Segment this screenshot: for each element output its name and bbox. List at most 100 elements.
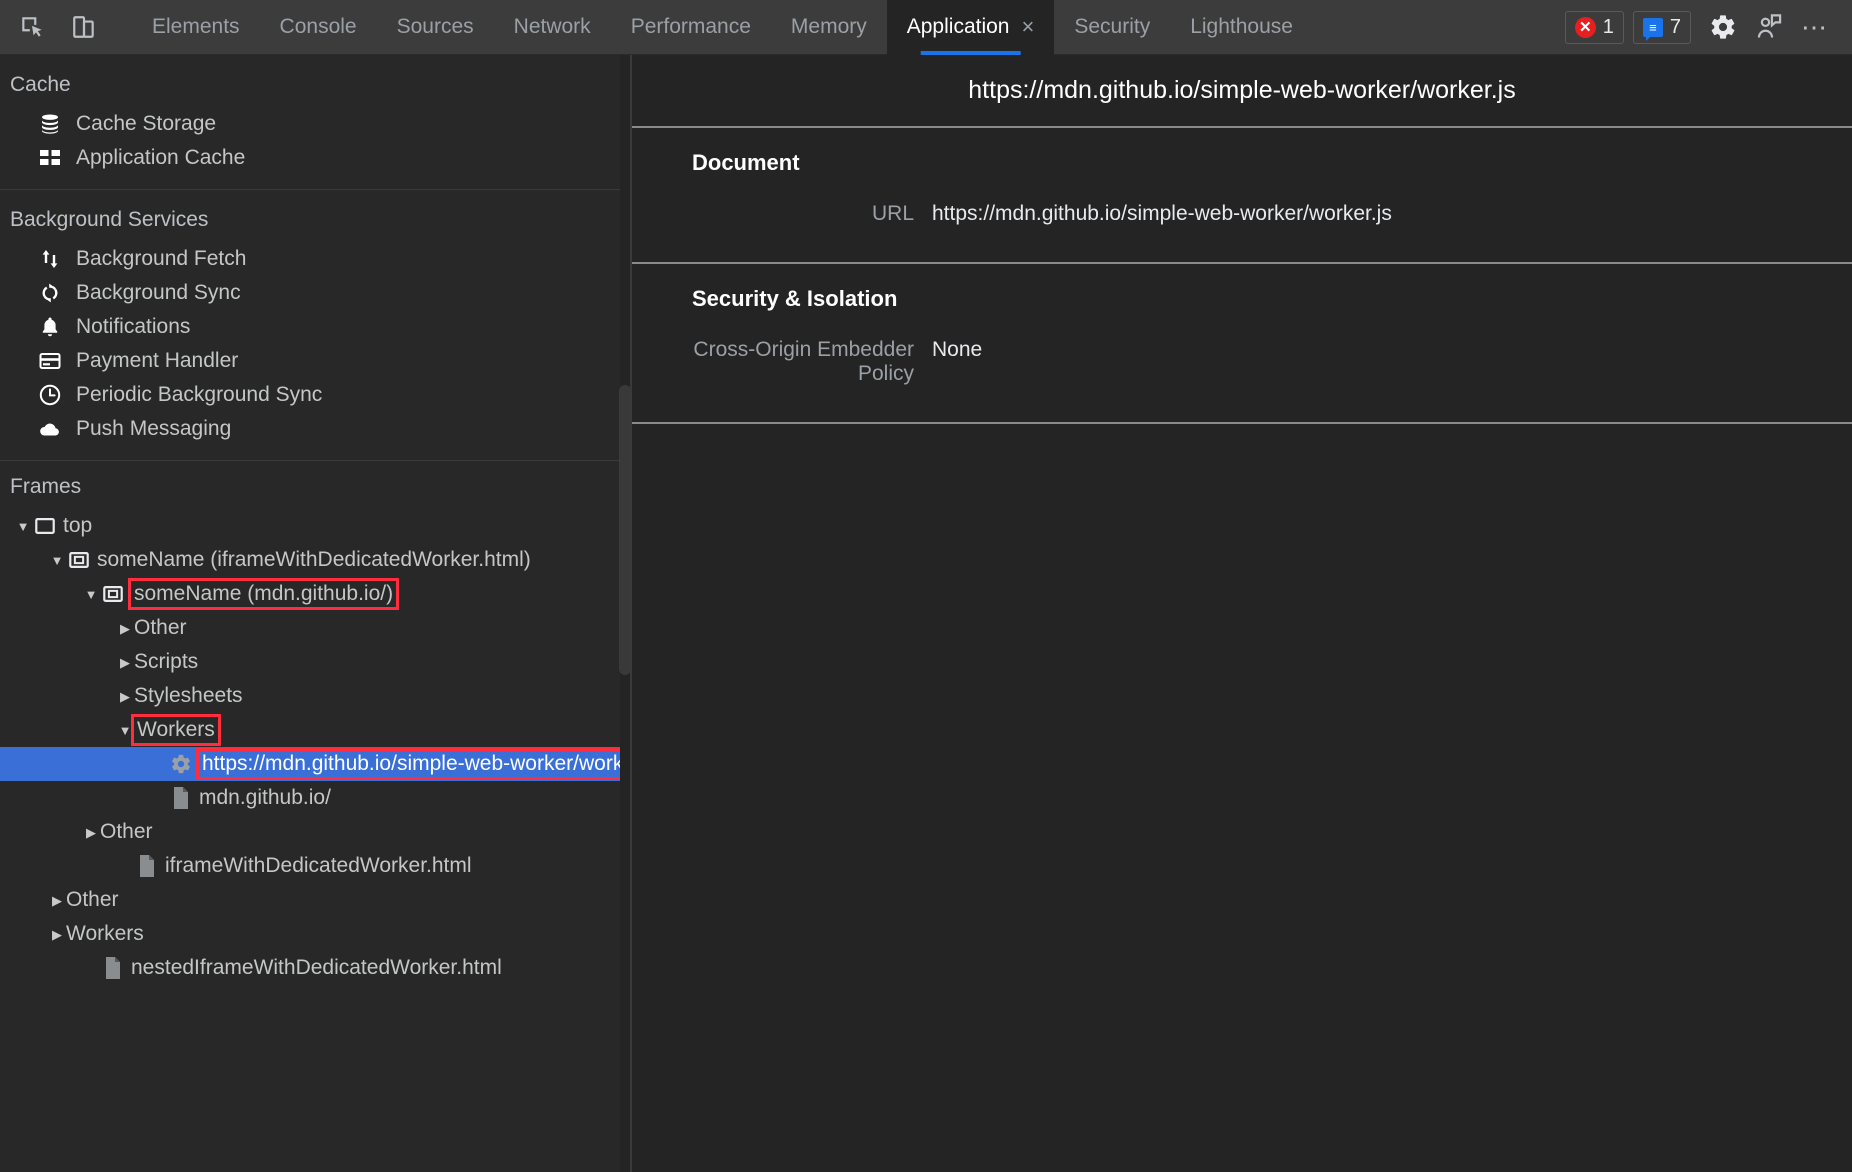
tab-label: Performance — [631, 15, 751, 39]
detail-value: None — [932, 338, 982, 362]
more-options-icon[interactable]: ⋯ — [1792, 0, 1838, 55]
section-title: Cache — [0, 65, 620, 107]
frames-tree-row[interactable]: ▶Workers — [0, 917, 620, 951]
sidebar-item-application-cache[interactable]: Application Cache — [0, 141, 620, 175]
frames-tree-row-label: Other — [134, 616, 187, 640]
tab-sources[interactable]: Sources — [377, 0, 494, 55]
frames-tree-row[interactable]: ▼someName (iframeWithDedicatedWorker.htm… — [0, 543, 620, 577]
sync-arrows-icon — [38, 281, 68, 305]
frames-tree-row-label: Scripts — [134, 650, 198, 674]
sidebar-item-label: Background Sync — [76, 281, 241, 305]
frames-tree[interactable]: ▼top▼someName (iframeWithDedicatedWorker… — [0, 509, 620, 985]
frames-tree-row[interactable]: ▶Other — [0, 883, 620, 917]
sidebar-item-payment-handler[interactable]: Payment Handler — [0, 344, 620, 378]
frames-tree-row[interactable]: ▶Other — [0, 611, 620, 645]
page-title: https://mdn.github.io/simple-web-worker/… — [968, 76, 1515, 105]
frames-tree-row-label: iframeWithDedicatedWorker.html — [165, 854, 472, 878]
bell-icon — [38, 315, 68, 339]
chevron-right-icon[interactable]: ▶ — [116, 622, 134, 635]
inspect-element-icon[interactable] — [6, 0, 58, 55]
frames-tree-row[interactable]: ▼someName (mdn.github.io/) — [0, 577, 620, 611]
security-isolation-block: Security & Isolation Cross-Origin Embedd… — [632, 264, 1852, 424]
grid-table-icon — [38, 146, 68, 170]
sidebar-item-background-sync[interactable]: Background Sync — [0, 276, 620, 310]
tab-memory[interactable]: Memory — [771, 0, 887, 55]
tab-label: Lighthouse — [1190, 15, 1293, 39]
chevron-down-icon[interactable]: ▼ — [82, 588, 100, 601]
chevron-right-icon[interactable]: ▶ — [48, 894, 66, 907]
frames-tree-row[interactable]: ▼Workers — [0, 713, 620, 747]
tab-lighthouse[interactable]: Lighthouse — [1170, 0, 1313, 55]
tab-network[interactable]: Network — [494, 0, 611, 55]
message-icon: ≡ — [1643, 18, 1663, 37]
chevron-right-icon[interactable]: ▶ — [82, 826, 100, 839]
worker-gear-icon — [168, 753, 194, 775]
toolbar-right-group: ✕ 1 ≡ 7 ⋯ — [1565, 0, 1852, 55]
message-count-badge[interactable]: ≡ 7 — [1633, 11, 1691, 44]
detail-key: Cross-Origin Embedder Policy — [632, 338, 932, 386]
tab-label: Console — [280, 15, 357, 39]
devtools-toolbar: Elements Console Sources Network Perform… — [0, 0, 1852, 55]
error-count: 1 — [1603, 16, 1614, 39]
frames-tree-row[interactable]: mdn.github.io/ — [0, 781, 620, 815]
sidebar-section-background-services: Background Services Background Fetch — [0, 190, 620, 461]
tab-label: Sources — [397, 15, 474, 39]
tab-label: Memory — [791, 15, 867, 39]
chevron-right-icon[interactable]: ▶ — [48, 928, 66, 941]
sidebar-item-background-fetch[interactable]: Background Fetch — [0, 242, 620, 276]
credit-card-icon — [38, 349, 68, 373]
detail-value[interactable]: https://mdn.github.io/simple-web-worker/… — [932, 202, 1392, 226]
device-toolbar-icon[interactable] — [58, 0, 110, 55]
sidebar-section-cache: Cache Cache Storage A — [0, 55, 620, 190]
frames-tree-row-label: https://mdn.github.io/simple-web-worker/… — [199, 751, 620, 777]
frames-tree-row[interactable]: ▶Other — [0, 815, 620, 849]
frames-tree-row[interactable]: ▶Scripts — [0, 645, 620, 679]
frames-tree-row-label: mdn.github.io/ — [199, 786, 331, 810]
frames-tree-row[interactable]: https://mdn.github.io/simple-web-worker/… — [0, 747, 620, 781]
sidebar-item-push-messaging[interactable]: Push Messaging — [0, 412, 620, 446]
chevron-down-icon[interactable]: ▼ — [14, 520, 32, 533]
sidebar-item-notifications[interactable]: Notifications — [0, 310, 620, 344]
tab-label: Security — [1074, 15, 1150, 39]
sidebar-item-cache-storage[interactable]: Cache Storage — [0, 107, 620, 141]
sidebar-item-periodic-background-sync[interactable]: Periodic Background Sync — [0, 378, 620, 412]
person-feedback-icon[interactable] — [1746, 0, 1792, 55]
frames-tree-row[interactable]: iframeWithDedicatedWorker.html — [0, 849, 620, 883]
frames-tree-row-label: Workers — [66, 922, 144, 946]
sidebar-item-label: Push Messaging — [76, 417, 231, 441]
database-icon — [38, 112, 68, 136]
up-down-arrows-icon — [38, 247, 68, 271]
frames-tree-row-label: Stylesheets — [134, 684, 243, 708]
application-sidebar[interactable]: Cache Cache Storage A — [0, 55, 620, 1172]
document-icon — [100, 956, 126, 980]
frames-tree-row[interactable]: ▼top — [0, 509, 620, 543]
gear-icon[interactable] — [1700, 0, 1746, 55]
tab-label: Elements — [152, 15, 240, 39]
detail-row-url: URL https://mdn.github.io/simple-web-wor… — [632, 202, 1852, 226]
tab-application[interactable]: Application × — [887, 0, 1055, 55]
frames-tree-row[interactable]: ▶Stylesheets — [0, 679, 620, 713]
section-title: Frames — [0, 461, 620, 509]
chevron-down-icon[interactable]: ▼ — [48, 554, 66, 567]
tab-elements[interactable]: Elements — [132, 0, 260, 55]
tab-label: Network — [514, 15, 591, 39]
tab-security[interactable]: Security — [1054, 0, 1170, 55]
more-options-glyph: ⋯ — [1801, 14, 1829, 40]
chevron-right-icon[interactable]: ▶ — [116, 690, 134, 703]
iframe-icon — [100, 583, 126, 605]
clock-icon — [38, 383, 68, 407]
panel-tabs: Elements Console Sources Network Perform… — [132, 0, 1313, 55]
tab-console[interactable]: Console — [260, 0, 377, 55]
detail-key: URL — [632, 202, 932, 226]
frames-tree-row[interactable]: nestedIframeWithDedicatedWorker.html — [0, 951, 620, 985]
frames-tree-row-label: Workers — [134, 717, 218, 743]
close-icon[interactable]: × — [1021, 16, 1034, 38]
chevron-down-icon[interactable]: ▼ — [116, 724, 134, 737]
error-count-badge[interactable]: ✕ 1 — [1565, 11, 1624, 44]
chevron-right-icon[interactable]: ▶ — [116, 656, 134, 669]
frames-tree-row-label: Other — [100, 820, 153, 844]
tab-performance[interactable]: Performance — [611, 0, 771, 55]
sidebar-item-label: Periodic Background Sync — [76, 383, 322, 407]
document-icon — [168, 786, 194, 810]
frame-icon — [32, 515, 58, 537]
